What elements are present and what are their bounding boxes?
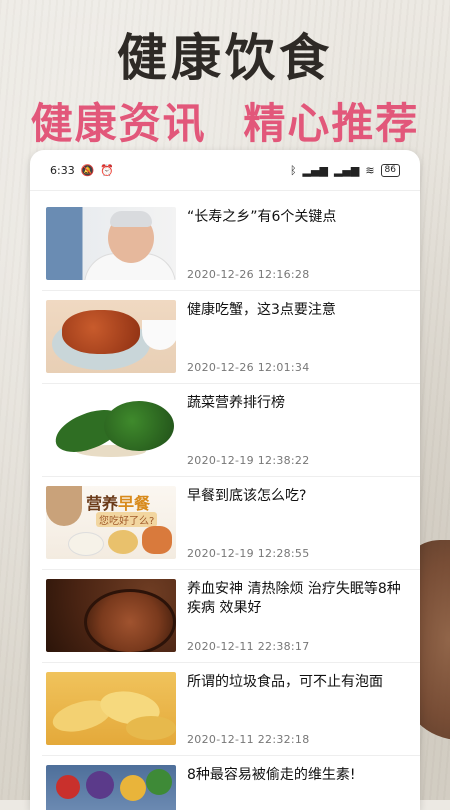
- subtitle-right: 精心推荐: [243, 99, 420, 148]
- news-item[interactable]: “长寿之乡”有6个关键点 2020-12-26 12:16:28: [42, 198, 420, 291]
- news-item[interactable]: 8种最容易被偷走的维生素!: [42, 756, 420, 810]
- news-title: 早餐到底该怎么吃?: [187, 488, 307, 504]
- news-date: 2020-12-11 22:32:18: [187, 733, 310, 746]
- news-item[interactable]: 养血安神 清热除烦 治疗失眠等8种疾病 效果好 2020-12-11 22:38…: [42, 570, 420, 663]
- status-time: 6:33: [50, 163, 75, 177]
- news-thumbnail-jujube-seeds: [46, 579, 176, 652]
- thumb-sub-label: 您吃好了么?: [96, 512, 158, 527]
- news-thumbnail-elderly-man: [46, 207, 176, 280]
- news-thumbnail-fruits: [46, 765, 176, 810]
- news-item[interactable]: 健康吃蟹，这3点要注意 2020-12-26 12:01:34: [42, 291, 420, 384]
- news-thumbnail-breakfast: 营养早餐 您吃好了么?: [46, 486, 176, 559]
- phone-screen: 6:33 🔕 ⏰ ᛒ ▂▄▆ ▂▄▆ ≋ 86 “长寿之乡”有6个关键点 202…: [30, 150, 420, 810]
- news-item[interactable]: 所谓的垃圾食品，可不止有泡面 2020-12-11 22:32:18: [42, 663, 420, 756]
- news-date: 2020-12-26 12:16:28: [187, 268, 310, 281]
- news-title: “长寿之乡”有6个关键点: [187, 209, 337, 225]
- news-date: 2020-12-11 22:38:17: [187, 640, 310, 653]
- news-title: 8种最容易被偷走的维生素!: [187, 767, 356, 783]
- signal-icon: ▂▄▆: [302, 163, 328, 177]
- news-thumbnail-crab: [46, 300, 176, 373]
- thumb-label-a: 营养: [86, 494, 119, 513]
- thumb-label-b: 早餐: [118, 494, 151, 513]
- status-bar: 6:33 🔕 ⏰ ᛒ ▂▄▆ ▂▄▆ ≋ 86: [30, 150, 420, 191]
- mute-icon: 🔕: [80, 163, 95, 177]
- news-date: 2020-12-19 12:38:22: [187, 454, 310, 467]
- subtitle-left: 健康资讯: [30, 99, 207, 148]
- news-date: 2020-12-26 12:01:34: [187, 361, 310, 374]
- news-title: 蔬菜营养排行榜: [187, 395, 285, 411]
- battery-icon: 86: [380, 163, 400, 177]
- page-subtitle: 健康资讯 精心推荐: [0, 90, 450, 151]
- news-title: 健康吃蟹，这3点要注意: [187, 302, 336, 318]
- page-title: 健康饮食: [117, 28, 333, 87]
- news-list: “长寿之乡”有6个关键点 2020-12-26 12:16:28 健康吃蟹，这3…: [30, 198, 420, 810]
- news-item[interactable]: 营养早餐 您吃好了么? 早餐到底该怎么吃? 2020-12-19 12:28:5…: [42, 477, 420, 570]
- news-title: 养血安神 清热除烦 治疗失眠等8种疾病 效果好: [187, 581, 401, 616]
- alarm-icon: ⏰: [100, 163, 115, 177]
- news-thumbnail-chips: [46, 672, 176, 745]
- signal-icon-2: ▂▄▆: [333, 163, 360, 177]
- wifi-icon: ≋: [365, 163, 375, 177]
- news-thumbnail-vegetables: [46, 393, 176, 466]
- bluetooth-icon: ᛒ: [289, 163, 297, 177]
- news-title: 所谓的垃圾食品，可不止有泡面: [187, 674, 383, 690]
- news-item[interactable]: 蔬菜营养排行榜 2020-12-19 12:38:22: [42, 384, 420, 477]
- news-date: 2020-12-19 12:28:55: [187, 547, 310, 560]
